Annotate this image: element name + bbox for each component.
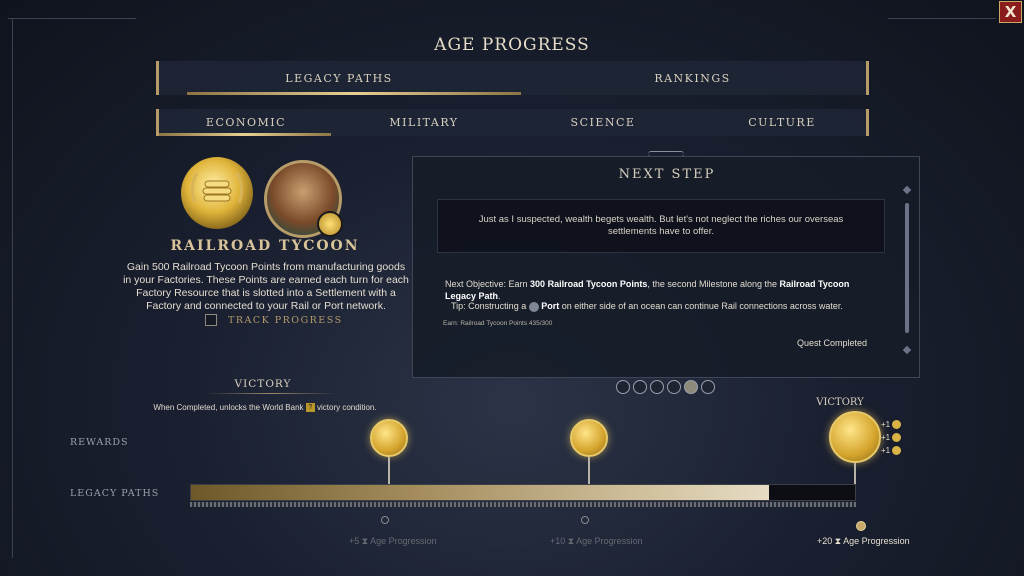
- page-title: AGE PROGRESS: [434, 35, 590, 55]
- earn-progress-text: Earn: Railroad Tycoon Points 435/300: [443, 320, 553, 327]
- next-step-panel: NEXT STEP Just as I suspected, wealth be…: [412, 156, 920, 378]
- reward-stem: [588, 457, 590, 484]
- world-bank-icon: ?: [305, 403, 315, 413]
- progress-ticks: [190, 502, 856, 507]
- page-dot[interactable]: [650, 380, 664, 394]
- reward-stem: [388, 457, 390, 484]
- victory-bonus: +1: [881, 431, 902, 444]
- tab-rankings-label: RANKINGS: [654, 71, 731, 85]
- victory-heading: VICTORY: [234, 378, 292, 390]
- victory-reward-label: VICTORY: [816, 397, 864, 408]
- hourglass-icon: ⧗: [567, 536, 575, 546]
- track-progress-checkbox[interactable]: [205, 314, 217, 326]
- tab-economic[interactable]: ECONOMIC: [159, 109, 333, 136]
- tab-legacy-paths-underline: [187, 92, 521, 95]
- track-progress-label[interactable]: TRACK PROGRESS: [228, 315, 343, 326]
- next-step-title: NEXT STEP: [618, 167, 716, 182]
- coin-stack-laurel-icon: [181, 157, 253, 229]
- victory-stem: [854, 463, 856, 484]
- main-tab-bar: LEGACY PATHS RANKINGS: [156, 61, 869, 95]
- tab-science[interactable]: SCIENCE: [516, 109, 690, 136]
- tab-military[interactable]: MILITARY: [337, 109, 511, 136]
- legacy-name: RAILROAD TYCOON: [170, 238, 360, 254]
- sub-tab-bar: ECONOMIC MILITARY SCIENCE CULTURE: [156, 109, 869, 136]
- page-dot[interactable]: [701, 380, 715, 394]
- quest-status: Quest Completed: [796, 338, 867, 348]
- reward-attribute-icon[interactable]: [370, 419, 408, 457]
- frame-top-right-line: [888, 18, 996, 19]
- milestone-marker-icon: [381, 516, 389, 524]
- page-dot[interactable]: [667, 380, 681, 394]
- gold-coin-icon: [892, 433, 902, 443]
- tip-rest: on either side of an ocean can continue …: [559, 301, 843, 311]
- age-progression-reward: +20 ⧗ Age Progression: [817, 536, 910, 546]
- legacy-description: Gain 500 Railroad Tycoon Points from man…: [118, 261, 414, 313]
- legacy-progress-bar: [190, 484, 856, 501]
- scrollbar[interactable]: [905, 203, 909, 333]
- rewards-label: REWARDS: [70, 437, 129, 448]
- gold-coin-icon: [892, 420, 902, 430]
- objective-points: 300 Railroad Tycoon Points: [530, 279, 648, 289]
- victory-text-before: When Completed, unlocks the World Bank: [153, 403, 304, 412]
- tab-economic-underline: [159, 133, 331, 136]
- legacy-progress-fill: [191, 485, 769, 500]
- hourglass-icon: ⧗: [834, 536, 842, 546]
- tip-port: Port: [541, 301, 560, 311]
- tip-text: Tip: Constructing a Port on either side …: [451, 300, 901, 312]
- gold-coin-icon: [892, 446, 902, 456]
- port-icon: [528, 301, 539, 312]
- victory-reward-coin-icon[interactable]: [829, 411, 881, 463]
- age-progression-reward: +5 ⧗ Age Progression: [349, 536, 437, 546]
- advisor-badge-icon: [317, 211, 343, 237]
- hourglass-icon: ⧗: [361, 536, 369, 546]
- milestone-marker-icon: [581, 516, 589, 524]
- tab-science-label: SCIENCE: [570, 116, 636, 129]
- victory-divider: [206, 393, 336, 394]
- age-progression-reward: +10 ⧗ Age Progression: [550, 536, 643, 546]
- legacy-description-line: in your Factories. These Points are earn…: [123, 274, 409, 286]
- tip-prefix: Tip: Constructing a: [451, 301, 529, 311]
- objective-path: Railroad Tycoon: [779, 279, 850, 289]
- milestone-marker-icon: [856, 521, 866, 531]
- victory-text-after: victory condition.: [317, 403, 377, 412]
- legacy-description-line: Factory and connected to your Rail or Po…: [146, 300, 386, 312]
- victory-bonus: +1: [881, 418, 902, 431]
- advisor-quote: Just as I suspected, wealth begets wealt…: [437, 199, 885, 253]
- victory-description: When Completed, unlocks the World Bank ?…: [120, 403, 410, 413]
- advisor-quote-text: Just as I suspected, wealth begets wealt…: [478, 214, 844, 237]
- frame-top-left-line: [8, 18, 136, 19]
- page-dot-active[interactable]: [684, 380, 698, 394]
- tab-culture[interactable]: CULTURE: [695, 109, 869, 136]
- victory-bonus-list: +1 +1 +1: [881, 418, 902, 457]
- tab-economic-label: ECONOMIC: [205, 116, 287, 129]
- objective-prefix: Next Objective: Earn: [445, 279, 531, 289]
- tab-culture-label: CULTURE: [748, 116, 816, 129]
- tab-legacy-paths[interactable]: LEGACY PATHS: [159, 61, 519, 95]
- scroll-up-icon[interactable]: [902, 185, 912, 195]
- advisor-portrait-icon: [264, 160, 343, 238]
- tab-legacy-paths-label: LEGACY PATHS: [285, 71, 393, 85]
- frame-left-line: [12, 18, 13, 558]
- page-dot[interactable]: [616, 380, 630, 394]
- tab-rankings[interactable]: RANKINGS: [519, 61, 866, 95]
- next-objective: Next Objective: Earn 300 Railroad Tycoon…: [445, 278, 885, 302]
- tab-military-label: MILITARY: [389, 116, 459, 129]
- close-button[interactable]: X: [999, 1, 1022, 23]
- scroll-down-icon[interactable]: [902, 345, 912, 355]
- victory-bonus: +1: [881, 444, 902, 457]
- legacy-description-line: Factory Resource that is slotted into a …: [136, 287, 396, 299]
- reward-attribute-icon[interactable]: [570, 419, 608, 457]
- legacy-paths-label: LEGACY PATHS: [70, 488, 160, 499]
- objective-mid: , the second Milestone along the: [647, 279, 780, 289]
- page-dot[interactable]: [633, 380, 647, 394]
- legacy-description-line: Gain 500 Railroad Tycoon Points from man…: [126, 261, 406, 273]
